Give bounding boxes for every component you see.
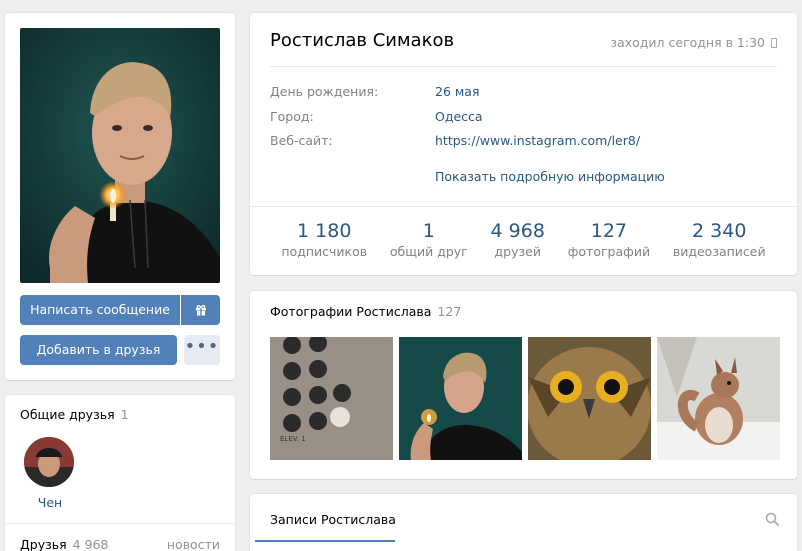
info-label: Веб-сайт: bbox=[270, 133, 333, 148]
counter-value: 1 180 bbox=[297, 220, 352, 242]
search-icon[interactable] bbox=[765, 512, 779, 526]
counter-label: видеозаписей bbox=[672, 244, 766, 259]
more-actions-button[interactable]: ••• bbox=[184, 335, 220, 365]
last-seen-status: заходил сегодня в 1:30 bbox=[610, 35, 777, 50]
gift-button[interactable] bbox=[181, 295, 220, 325]
last-seen-text: заходил сегодня в 1:30 bbox=[610, 35, 765, 50]
info-value[interactable]: https://www.instagram.com/ler8/ bbox=[435, 133, 640, 148]
counter-value: 127 bbox=[590, 220, 628, 242]
friends-count: 4 968 bbox=[72, 537, 109, 551]
friends-card: Общие друзья 1 Чен Друзья 4 968 новости bbox=[5, 395, 235, 551]
add-friend-button[interactable]: Добавить в друзья bbox=[20, 335, 177, 365]
info-value[interactable]: 26 мая bbox=[435, 84, 480, 99]
divider bbox=[270, 66, 777, 67]
photo-thumbnail[interactable] bbox=[528, 337, 651, 460]
photos-row: ELEV. 1 bbox=[270, 337, 780, 460]
mobile-icon bbox=[771, 37, 777, 48]
divider bbox=[5, 523, 235, 524]
photo-thumbnail[interactable]: ELEV. 1 bbox=[270, 337, 393, 460]
info-value[interactable]: Одесса bbox=[435, 109, 483, 124]
photo-thumbnail[interactable] bbox=[399, 337, 522, 460]
svg-text:ELEV. 1: ELEV. 1 bbox=[280, 435, 306, 443]
counter-followers[interactable]: 1 180 подписчиков bbox=[281, 219, 367, 261]
show-full-info-link[interactable]: Показать подробную информацию bbox=[435, 169, 665, 184]
counter-value: 2 340 bbox=[692, 220, 747, 242]
mutual-friends-count: 1 bbox=[120, 407, 129, 422]
profile-counters: 1 180 подписчиков 1 общий друг 4 968 дру… bbox=[270, 219, 777, 261]
friends-header[interactable]: Друзья 4 968 bbox=[20, 537, 108, 551]
info-label: Город: bbox=[270, 109, 314, 124]
counter-label: подписчиков bbox=[281, 244, 368, 259]
counter-friends[interactable]: 4 968 друзей bbox=[491, 219, 545, 261]
photos-count: 127 bbox=[437, 304, 462, 319]
counter-label: друзей bbox=[494, 244, 541, 259]
gift-icon bbox=[195, 305, 206, 316]
friends-title: Друзья bbox=[20, 537, 67, 551]
send-message-button[interactable]: Написать сообщение bbox=[20, 295, 180, 325]
avatar-card: Написать сообщение Добавить в друзья ••• bbox=[5, 13, 235, 380]
counter-label: фотографий bbox=[567, 244, 651, 259]
mutual-friend-avatar[interactable] bbox=[24, 437, 74, 487]
mutual-friends-title: Общие друзья bbox=[20, 407, 115, 422]
divider bbox=[250, 206, 797, 207]
counter-photos[interactable]: 127 фотографий bbox=[568, 219, 650, 261]
counter-mutual-friends[interactable]: 1 общий друг bbox=[390, 219, 468, 261]
photo-thumbnail[interactable] bbox=[657, 337, 780, 460]
tab-posts[interactable]: Записи Ростислава bbox=[270, 512, 396, 527]
mutual-friends-header[interactable]: Общие друзья 1 bbox=[20, 407, 129, 422]
counter-videos[interactable]: 2 340 видеозаписей bbox=[673, 219, 766, 261]
counter-value: 1 bbox=[422, 220, 435, 242]
photos-title: Фотографии Ростислава bbox=[270, 304, 432, 319]
counter-value: 4 968 bbox=[490, 220, 545, 242]
mutual-friend-name[interactable]: Чен bbox=[20, 495, 80, 510]
counter-label: общий друг bbox=[389, 244, 468, 259]
profile-photo[interactable] bbox=[20, 28, 220, 283]
tab-active-indicator bbox=[255, 540, 395, 542]
photos-card: Фотографии Ростислава 127 ELEV. 1 bbox=[250, 291, 797, 479]
profile-name: Ростислав Симаков bbox=[270, 30, 455, 51]
info-label: День рождения: bbox=[270, 84, 379, 99]
profile-info-card: Ростислав Симаков заходил сегодня в 1:30… bbox=[250, 13, 797, 275]
friends-news-link[interactable]: новости bbox=[167, 537, 220, 551]
posts-card: Записи Ростислава bbox=[250, 494, 797, 551]
photos-header[interactable]: Фотографии Ростислава 127 bbox=[270, 304, 461, 319]
